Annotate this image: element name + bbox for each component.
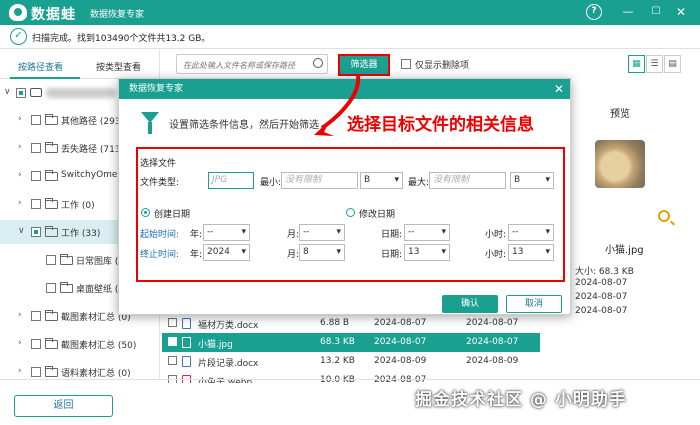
watermark-text: 掘金技术社区 @ 小明助手 bbox=[415, 390, 627, 410]
annotation-arrow-icon bbox=[314, 75, 361, 136]
arrow-shaft bbox=[320, 75, 361, 130]
back-button[interactable]: 返回 bbox=[14, 395, 113, 417]
